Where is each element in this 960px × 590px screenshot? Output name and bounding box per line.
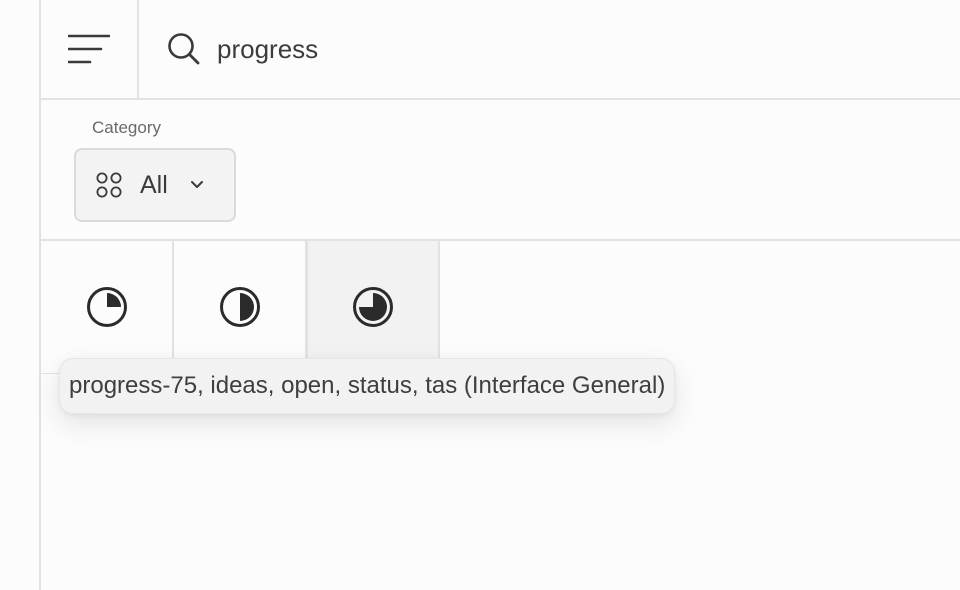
search-input[interactable] <box>217 28 817 70</box>
icon-tile-progress-25[interactable] <box>41 241 174 373</box>
category-value: All <box>140 170 168 199</box>
progress-75-icon <box>353 287 393 327</box>
left-rail <box>0 0 41 590</box>
progress-50-icon <box>219 287 260 327</box>
category-dropdown[interactable]: All <box>74 148 236 222</box>
icon-tile-progress-75[interactable] <box>307 241 440 373</box>
icon-tooltip: progress-75, ideas, open, status, tas (I… <box>59 358 676 414</box>
menu-button[interactable] <box>41 0 139 98</box>
hamburger-menu-icon <box>68 34 110 64</box>
category-label: Category <box>92 118 161 137</box>
icon-tile-progress-50[interactable] <box>174 241 307 373</box>
search-icon <box>168 33 200 65</box>
app-window: Category All <box>0 0 960 590</box>
chevron-down-icon <box>190 181 203 188</box>
filter-bar: Category All <box>41 100 960 241</box>
icon-results-grid <box>41 241 960 590</box>
progress-25-icon <box>86 287 127 327</box>
grid-icon <box>96 172 122 198</box>
top-bar <box>41 0 960 100</box>
